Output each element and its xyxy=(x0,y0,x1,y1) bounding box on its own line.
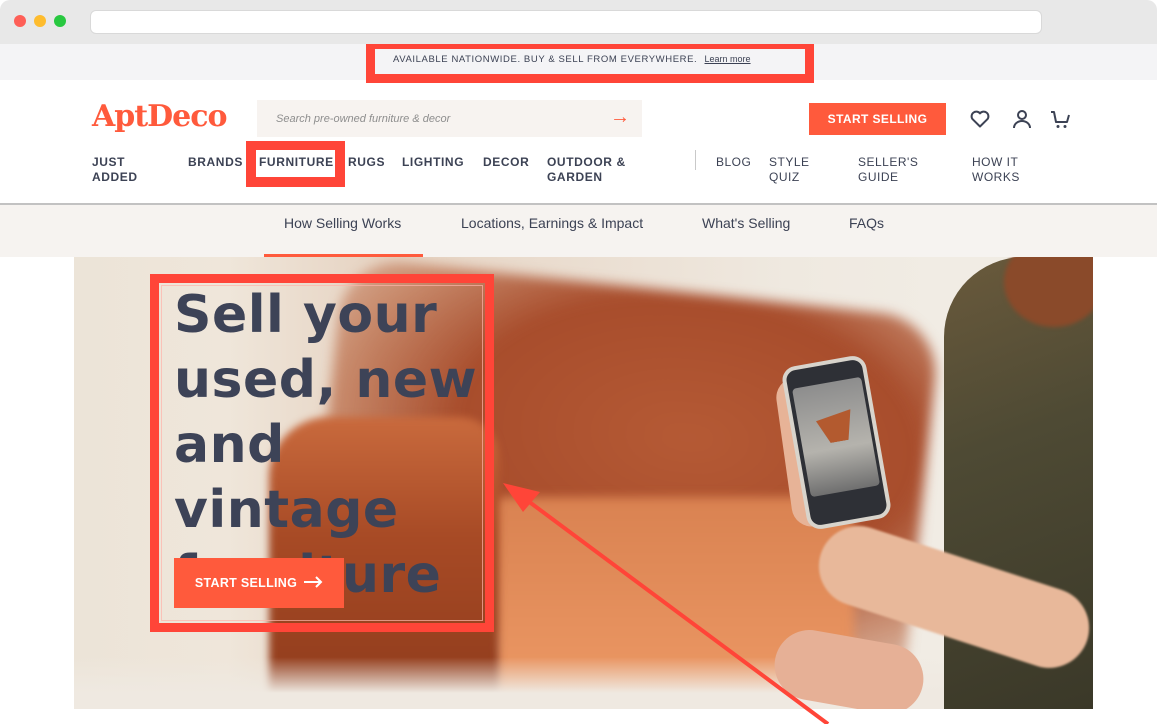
phone-screen xyxy=(792,376,881,498)
search-input[interactable] xyxy=(257,100,597,137)
nav-blog[interactable]: BLOG xyxy=(716,155,751,170)
promo-text: AVAILABLE NATIONWIDE. BUY & SELL FROM EV… xyxy=(393,54,698,65)
cart-icon[interactable] xyxy=(1050,108,1072,130)
browser-window: AVAILABLE NATIONWIDE. BUY & SELL FROM EV… xyxy=(0,0,1157,724)
nav-style-quiz[interactable]: STYLE QUIZ xyxy=(769,155,810,185)
aptdeco-logo[interactable]: AptDeco xyxy=(92,99,227,134)
search-bar: → xyxy=(257,100,642,137)
phone-chair-image xyxy=(815,409,856,445)
tab-faqs[interactable]: FAQs xyxy=(849,215,884,231)
start-selling-header-button[interactable]: START SELLING xyxy=(809,103,946,135)
tab-whats-selling[interactable]: What's Selling xyxy=(702,215,790,231)
nav-outdoor-garden[interactable]: OUTDOOR & GARDEN xyxy=(547,155,626,185)
heart-icon[interactable] xyxy=(969,108,991,130)
tab-locations-earnings-impact[interactable]: Locations, Earnings & Impact xyxy=(461,215,643,231)
promo-text-wrapper: AVAILABLE NATIONWIDE. BUY & SELL FROM EV… xyxy=(393,54,751,65)
nav-divider xyxy=(695,150,696,170)
annotation-box-hero-inner xyxy=(161,285,483,621)
user-icon[interactable] xyxy=(1011,108,1033,130)
nav-just-added[interactable]: JUST ADDED xyxy=(92,155,138,185)
nav-decor[interactable]: DECOR xyxy=(483,155,529,170)
minimize-window-button[interactable] xyxy=(34,15,46,27)
close-window-button[interactable] xyxy=(14,15,26,27)
floor-shape xyxy=(74,657,1093,709)
browser-chrome xyxy=(0,0,1157,44)
address-bar[interactable] xyxy=(90,10,1042,34)
arrow-right-icon[interactable]: → xyxy=(610,107,630,127)
nav-furniture[interactable]: FURNITURE xyxy=(259,155,334,170)
nav-brands[interactable]: BRANDS xyxy=(188,155,243,170)
nav-sellers-guide[interactable]: SELLER'S GUIDE xyxy=(858,155,918,185)
tab-how-selling-works[interactable]: How Selling Works xyxy=(284,215,401,231)
maximize-window-button[interactable] xyxy=(54,15,66,27)
nav-lighting[interactable]: LIGHTING xyxy=(402,155,464,170)
nav-how-it-works[interactable]: HOW IT WORKS xyxy=(972,155,1020,185)
learn-more-link[interactable]: Learn more xyxy=(705,54,751,64)
nav-rugs[interactable]: RUGS xyxy=(348,155,385,170)
